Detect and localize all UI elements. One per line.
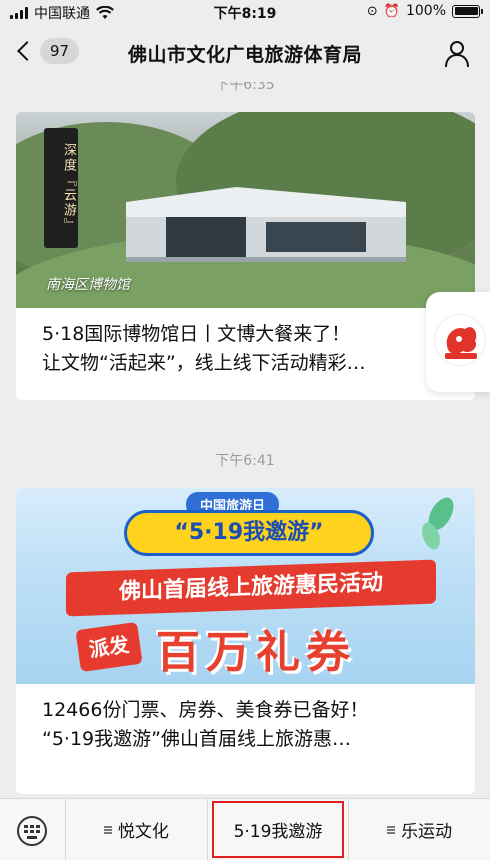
article-cover-image[interactable]: 中国旅游日 “5·19我邀游” 佛山首届线上旅游惠民活动 派发 百万礼券 (16, 488, 475, 684)
battery-percent: 100% (405, 3, 446, 19)
menu-item-culture[interactable]: 悦文化 (66, 799, 208, 860)
status-bar: 中国联通 下午8:19 ⊙ ⏰ 100% (0, 0, 490, 26)
poster-send-label: 派发 (75, 621, 143, 673)
rotation-lock-icon: ⊙ (366, 3, 378, 19)
timestamp: 下午6:41 (215, 453, 275, 469)
status-right: ⊙ ⏰ 100% (366, 3, 483, 19)
article-title-line: 5·18国际博物馆日丨文博大餐来了！ (42, 323, 351, 345)
keyboard-toggle-button[interactable] (0, 799, 66, 860)
article-card[interactable]: 中国旅游日 “5·19我邀游” 佛山首届线上旅游惠民活动 派发 百万礼券 124… (16, 488, 475, 794)
menu-bar: 悦文化 5·19我邀游 乐运动 (0, 798, 490, 860)
article-title-line: 12466份门票、房券、美食券已备好！ (42, 699, 369, 721)
museum-building (126, 187, 406, 262)
keyboard-icon (17, 816, 47, 846)
nav-bar: 97 佛山市文化广电旅游体育局 (0, 26, 490, 82)
page-title: 佛山市文化广电旅游体育局 (127, 44, 362, 66)
leaf-decoration (422, 497, 454, 550)
message-list[interactable]: 下午6:35 深度『云游』 南海区博物馆 5·18国际博物馆日丨文博大餐来了！ … (0, 82, 490, 798)
poster-headline: “5·19我邀游” (124, 510, 374, 556)
profile-icon[interactable] (444, 40, 470, 68)
mascot-icon (434, 314, 486, 366)
menu-item-label: 悦文化 (117, 822, 169, 842)
image-badge: 深度『云游』 (44, 128, 78, 248)
article-title-line: 让文物“活起来”，线上线下活动精彩… (42, 352, 366, 374)
menu-list-icon (103, 825, 112, 834)
floating-mascot-button[interactable] (426, 292, 490, 392)
poster-big-text: 百万礼券 (156, 627, 356, 678)
poster-ribbon: 佛山首届线上旅游惠民活动 (66, 559, 436, 617)
menu-item-label: 乐运动 (401, 822, 453, 842)
battery-icon (452, 4, 483, 18)
menu-item-tour[interactable]: 5·19我邀游 (208, 799, 350, 860)
timestamp: 下午6:35 (215, 82, 275, 93)
highlight-box (211, 801, 345, 858)
menu-item-sports[interactable]: 乐运动 (349, 799, 490, 860)
menu-list-icon (387, 825, 396, 834)
article-card[interactable]: 深度『云游』 南海区博物馆 5·18国际博物馆日丨文博大餐来了！ 让文物“活起来… (16, 112, 475, 400)
alarm-icon: ⏰ (383, 3, 400, 19)
image-caption: 南海区博物馆 (46, 277, 130, 293)
article-cover-image[interactable]: 深度『云游』 南海区博物馆 (16, 112, 475, 308)
article-title-line: “5·19我邀游”佛山首届线上旅游惠… (42, 728, 351, 750)
